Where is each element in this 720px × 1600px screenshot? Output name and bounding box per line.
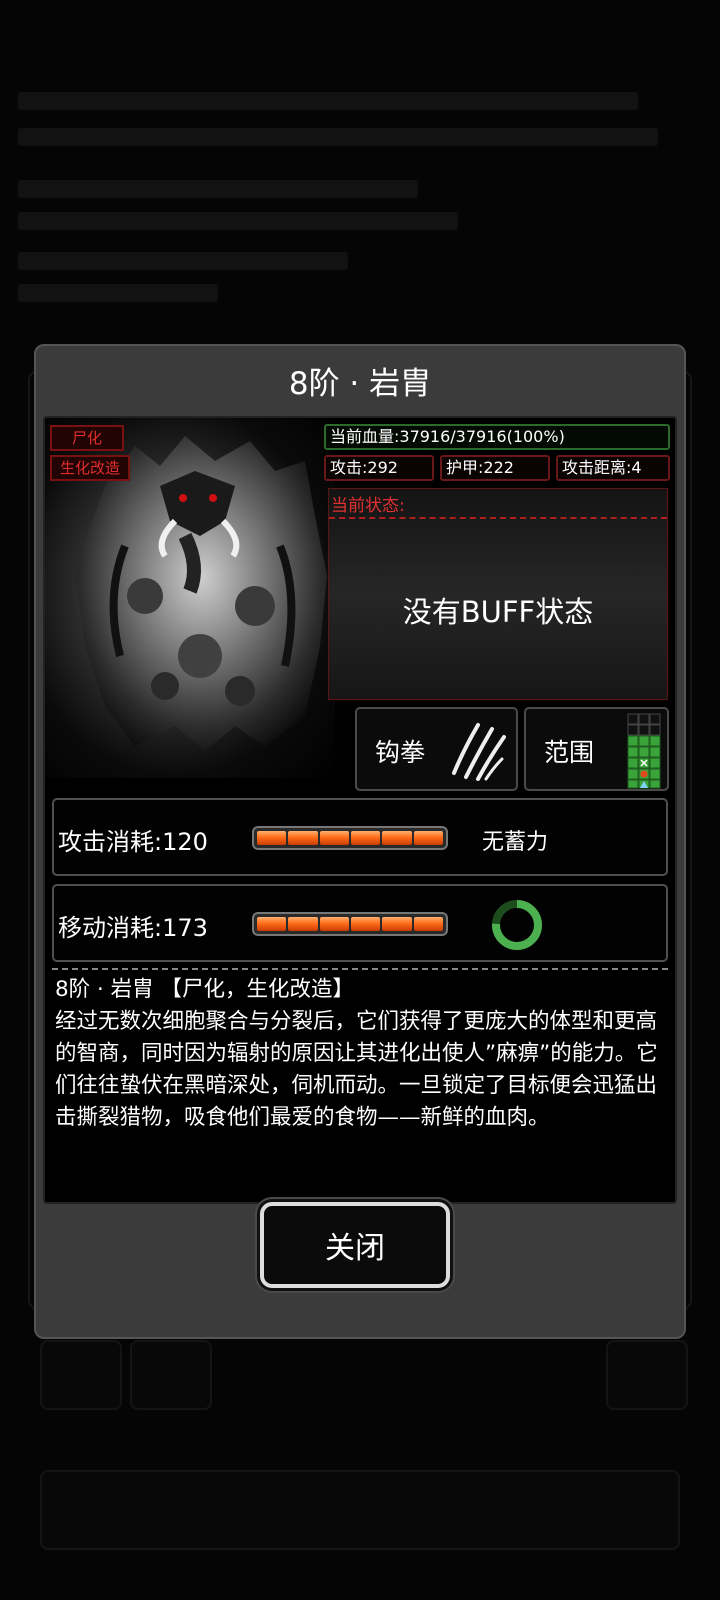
move-energy-bar	[252, 912, 448, 936]
description-divider	[52, 968, 668, 970]
close-button[interactable]: 关闭	[260, 1202, 450, 1288]
tag-zombified: 尸化	[50, 425, 124, 451]
energy-segment	[350, 831, 381, 845]
energy-segment	[382, 917, 412, 931]
monster-info-dialog: 8阶 · 岩胄 尸化 生化改造 当前血量:37916/37916(100%) 攻…	[34, 344, 686, 1339]
attack-range-stat: 攻击距离:4	[556, 455, 670, 481]
move-cost-label: 移动消耗:173	[58, 914, 208, 942]
monster-info-panel: 尸化 生化改造 当前血量:37916/37916(100%) 攻击:292 护甲…	[43, 416, 677, 1204]
range-label: 范围	[544, 738, 595, 767]
status-label: 当前状态:	[331, 496, 405, 516]
dialog-title: 8阶 · 岩胄	[288, 366, 432, 402]
no-buff-text: 没有BUFF状态	[402, 595, 594, 629]
background-text-line	[18, 180, 418, 198]
background-button	[606, 1340, 688, 1410]
status-divider	[329, 517, 667, 519]
energy-segment	[257, 831, 287, 845]
energy-segment	[382, 831, 412, 845]
background-text-line	[18, 252, 348, 270]
background-text-line	[18, 92, 638, 110]
background-button	[40, 1340, 122, 1410]
description-header: 8阶 · 岩胄 【尸化，生化改造】	[55, 977, 355, 1002]
tag-bio-modified: 生化改造	[50, 455, 131, 481]
energy-segment	[413, 831, 443, 845]
attack-cost-label: 攻击消耗:120	[58, 828, 208, 856]
monster-portrait: 尸化 生化改造	[45, 418, 335, 778]
energy-segment	[288, 831, 318, 845]
charge-status: 无蓄力	[482, 830, 549, 855]
attack-cost-row: 攻击消耗:120 无蓄力	[52, 798, 668, 876]
cooldown-ring-icon	[492, 900, 542, 950]
armor-stat: 护甲:222	[440, 455, 550, 481]
energy-segment	[413, 917, 443, 931]
attack-stat: 攻击:292	[324, 455, 434, 481]
energy-segment	[319, 831, 349, 845]
hp-display: 当前血量:37916/37916(100%)	[324, 424, 670, 450]
attack-energy-bar	[252, 826, 448, 850]
background-text-line	[18, 284, 218, 302]
background-text-line	[18, 128, 658, 146]
energy-segment	[350, 917, 381, 931]
claw-slash-icon	[452, 723, 506, 781]
energy-segment	[257, 917, 287, 931]
background-text-line	[18, 212, 458, 230]
background-toolbar	[40, 1470, 680, 1550]
monster-description: 8阶 · 岩胄 【尸化，生化改造】 经过无数次细胞聚合与分裂后，它们获得了更庞大…	[55, 974, 667, 1134]
move-cost-row: 移动消耗:173	[52, 884, 668, 962]
status-panel: 当前状态: 没有BUFF状态	[328, 488, 668, 700]
attack-type-card[interactable]: 钩拳	[355, 707, 518, 791]
attack-type-label: 钩拳	[375, 738, 426, 767]
attack-range-card[interactable]: 范围	[524, 707, 669, 791]
range-grid-icon	[627, 713, 661, 789]
energy-segment	[319, 917, 349, 931]
energy-segment	[288, 917, 318, 931]
background-button	[130, 1340, 212, 1410]
description-body: 经过无数次细胞聚合与分裂后，它们获得了更庞大的体型和更高的智商，同时因为辐射的原…	[55, 1009, 658, 1130]
